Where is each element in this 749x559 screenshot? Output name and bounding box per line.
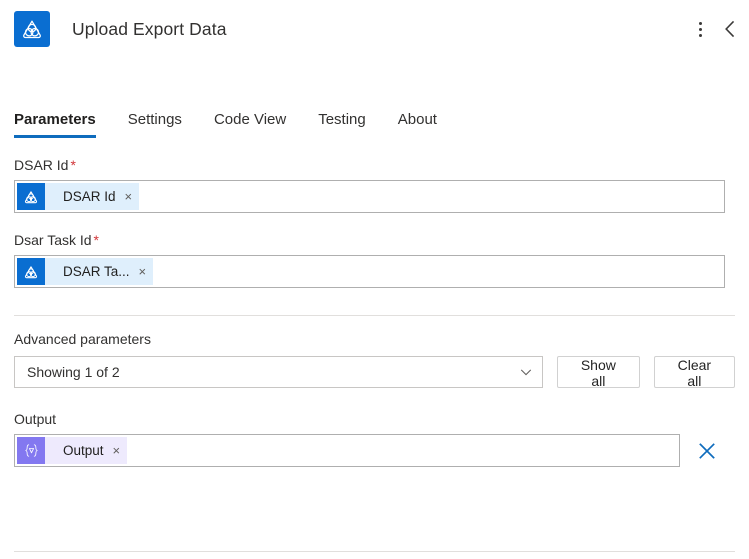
field-output: Output Output × <box>14 410 735 467</box>
dsar-id-input[interactable]: DSAR Id × <box>14 180 725 213</box>
clear-all-button[interactable]: Clear all <box>654 356 735 388</box>
token-remove-icon[interactable]: × <box>139 265 147 278</box>
field-dsar-id-label-text: DSAR Id <box>14 157 68 173</box>
tab-code-view[interactable]: Code View <box>214 111 286 138</box>
token-output[interactable]: Output × <box>17 437 127 464</box>
bottom-divider <box>14 551 735 552</box>
more-options-button[interactable] <box>685 13 715 45</box>
tab-settings-label: Settings <box>128 111 182 128</box>
delete-output-button[interactable] <box>691 435 723 467</box>
field-dsar-task-id-label: Dsar Task Id* <box>14 231 735 249</box>
more-vertical-icon <box>699 22 702 37</box>
section-divider <box>14 315 735 316</box>
output-row: Output × <box>14 434 735 467</box>
token-dsar-task-id-text: DSAR Ta... <box>63 264 130 279</box>
advanced-parameters-section: Advanced parameters Showing 1 of 2 Show … <box>0 330 749 467</box>
advanced-parameters-select[interactable]: Showing 1 of 2 <box>14 356 543 388</box>
header: Upload Export Data <box>0 0 749 58</box>
token-dsar-id-body: DSAR Id × <box>45 183 139 210</box>
token-output-body: Output × <box>45 437 127 464</box>
output-label: Output <box>14 410 735 428</box>
tab-testing-label: Testing <box>318 111 366 128</box>
show-all-button[interactable]: Show all <box>557 356 640 388</box>
required-asterisk: * <box>94 232 99 248</box>
chevron-down-icon <box>519 365 533 379</box>
token-dsar-id-text: DSAR Id <box>63 189 116 204</box>
token-dsar-task-id-body: DSAR Ta... × <box>45 258 153 285</box>
chevron-left-icon <box>722 19 738 39</box>
token-dsar-id[interactable]: DSAR Id × <box>17 183 139 210</box>
onetrust-logo-icon <box>17 183 45 210</box>
advanced-parameters-select-value: Showing 1 of 2 <box>27 364 120 380</box>
token-remove-icon[interactable]: × <box>113 444 121 457</box>
token-dsar-task-id[interactable]: DSAR Ta... × <box>17 258 153 285</box>
token-remove-icon[interactable]: × <box>125 190 133 203</box>
collapse-panel-button[interactable] <box>715 13 745 45</box>
tab-settings[interactable]: Settings <box>128 111 182 138</box>
tab-testing[interactable]: Testing <box>318 111 366 138</box>
tab-parameters-label: Parameters <box>14 111 96 128</box>
advanced-parameters-row: Showing 1 of 2 Show all Clear all <box>14 356 735 388</box>
field-dsar-id: DSAR Id* DSAR Id × <box>14 156 735 213</box>
tab-about-label: About <box>398 111 437 128</box>
close-x-icon <box>697 441 717 461</box>
tab-about[interactable]: About <box>398 111 437 138</box>
onetrust-logo-icon <box>17 258 45 285</box>
onetrust-logo-icon <box>14 11 50 47</box>
token-output-text: Output <box>63 443 104 458</box>
required-asterisk: * <box>70 157 75 173</box>
parameters-panel: DSAR Id* DSAR Id × D <box>0 156 749 288</box>
tab-parameters[interactable]: Parameters <box>14 111 96 138</box>
field-dsar-id-label: DSAR Id* <box>14 156 735 174</box>
tab-bar: Parameters Settings Code View Testing Ab… <box>0 92 749 138</box>
dsar-task-id-input[interactable]: DSAR Ta... × <box>14 255 725 288</box>
field-dsar-task-id-label-text: Dsar Task Id <box>14 232 92 248</box>
advanced-parameters-label: Advanced parameters <box>14 330 735 348</box>
field-dsar-task-id: Dsar Task Id* DSAR Ta... × <box>14 231 735 288</box>
page-title: Upload Export Data <box>72 19 227 40</box>
field-advanced-parameters: Advanced parameters Showing 1 of 2 Show … <box>14 330 735 388</box>
expression-variable-icon <box>17 437 45 464</box>
output-input[interactable]: Output × <box>14 434 680 467</box>
tab-code-view-label: Code View <box>214 111 286 128</box>
